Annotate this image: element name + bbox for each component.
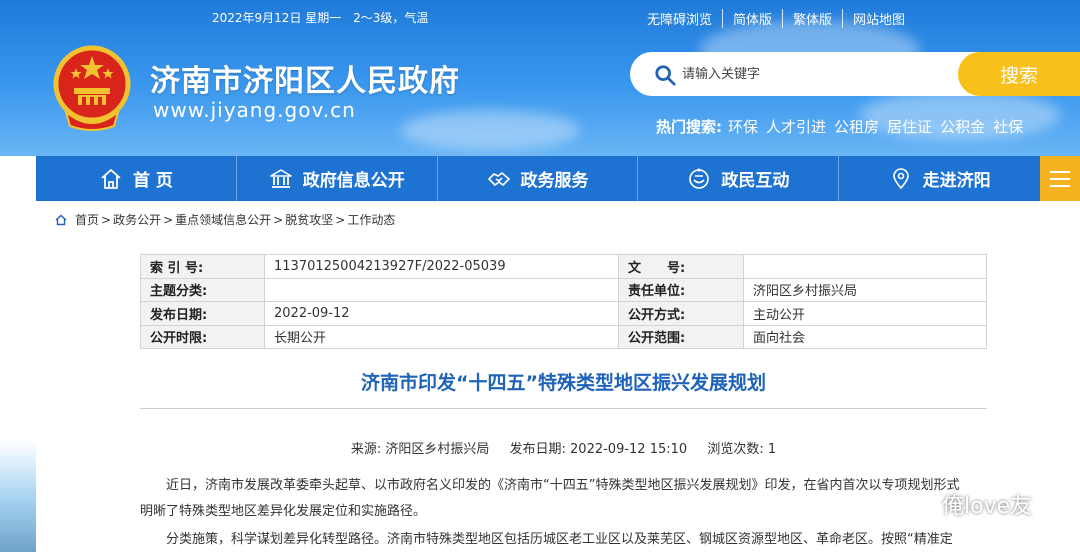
info-key: 公开时限: xyxy=(140,324,265,349)
info-key: 公开范围: xyxy=(618,324,744,349)
search-icon xyxy=(655,65,676,86)
info-key: 公开方式: xyxy=(618,301,744,326)
nav-item-label: 政府信息公开 xyxy=(302,171,405,191)
wechat-watermark: 俺love友 xyxy=(896,488,1032,520)
cloud-decoration xyxy=(400,110,580,150)
site-url: www.jiyang.gov.cn xyxy=(153,98,356,122)
paragraph-line: 近日，济南市发展改革委牵头起草、以市政府名义印发的《济南市“十四五”特殊类型地区… xyxy=(166,478,960,493)
nav-item-label: 首 页 xyxy=(132,171,173,191)
simplified-chinese-link[interactable]: 简体版 xyxy=(723,9,783,28)
hot-search-label: 热门搜索: xyxy=(656,118,722,136)
info-value xyxy=(264,277,619,302)
hot-search-item[interactable]: 公积金 xyxy=(940,116,985,137)
interaction-icon xyxy=(689,168,710,189)
info-value: 面向社会 xyxy=(743,324,987,349)
article-meta: 来源: 济阳区乡村振兴局 发布日期: 2022-09-12 15:10 浏览次数… xyxy=(140,438,987,457)
wechat-icon xyxy=(897,490,933,518)
info-value: 主动公开 xyxy=(743,301,987,326)
info-key: 责任单位: xyxy=(618,277,744,302)
article-title: 济南市印发“十四五”特殊类型地区振兴发展规划 xyxy=(361,372,766,394)
hot-searches: 热门搜索: 环保 人才引进 公租房 居住证 公积金 社保 xyxy=(656,116,1023,137)
breadcrumb-key-areas[interactable]: 重点领域信息公开 xyxy=(175,211,271,228)
divider xyxy=(140,408,987,409)
sitemap-link[interactable]: 网站地图 xyxy=(843,9,915,28)
search-button[interactable]: 搜索 xyxy=(958,52,1080,96)
government-building-icon xyxy=(269,168,292,188)
breadcrumb-home[interactable]: 首页 xyxy=(75,211,99,228)
breadcrumb-work-news[interactable]: 工作动态 xyxy=(347,211,395,228)
site-header: 2022年9月12日 星期一 2～3级，气温 无障碍浏览 简体版 繁体版 网站地… xyxy=(0,0,1080,156)
info-value: 2022-09-12 xyxy=(264,301,619,326)
nav-item-label: 政务服务 xyxy=(520,171,589,191)
hot-search-item[interactable]: 社保 xyxy=(993,116,1023,137)
nav-item-label: 走进济阳 xyxy=(922,171,991,191)
hot-search-item[interactable]: 人才引进 xyxy=(766,116,826,137)
info-value: 长期公开 xyxy=(264,324,619,349)
document-info-table: 索 引 号: 11370125004213927F/2022-05039 文 号… xyxy=(140,254,987,349)
nav-item-home[interactable]: 首 页 xyxy=(36,156,237,201)
accessibility-link[interactable]: 无障碍浏览 xyxy=(637,9,723,28)
info-value: 济阳区乡村振兴局 xyxy=(743,277,987,302)
breadcrumb-gov-affairs[interactable]: 政务公开 xyxy=(113,211,161,228)
info-key: 主题分类: xyxy=(140,277,265,302)
info-key: 文 号: xyxy=(618,254,744,279)
hot-search-item[interactable]: 公租房 xyxy=(834,116,879,137)
nav-item-about[interactable]: 走进济阳 xyxy=(839,156,1040,201)
nav-item-gov-info[interactable]: 政府信息公开 xyxy=(237,156,438,201)
search-input[interactable] xyxy=(682,60,952,88)
hot-search-item[interactable]: 环保 xyxy=(728,116,758,137)
breadcrumb: 首页 > 政务公开 > 重点领域信息公开 > 脱贫攻坚 > 工作动态 xyxy=(55,211,395,228)
date-weather: 2022年9月12日 星期一 2～3级，气温 xyxy=(212,9,436,26)
info-value xyxy=(743,254,987,279)
article-views: 浏览次数: 1 xyxy=(707,442,777,457)
left-decorative-band xyxy=(0,156,36,552)
nav-item-label: 政民互动 xyxy=(721,171,790,191)
info-key: 发布日期: xyxy=(140,301,265,326)
table-row: 主题分类: 责任单位: 济阳区乡村振兴局 xyxy=(140,277,987,302)
table-row: 公开时限: 长期公开 公开范围: 面向社会 xyxy=(140,324,987,349)
national-emblem-icon[interactable] xyxy=(52,42,132,132)
location-pin-icon xyxy=(892,167,909,189)
main-nav: 首 页 政府信息公开 政务服务 政民互动 走进济阳 xyxy=(36,156,1080,201)
paragraph-line: 分类施策，科学谋划差异化转型路径。济南市特殊类型地区包括历城区老工业区以及莱芜区… xyxy=(166,532,953,547)
info-key: 索 引 号: xyxy=(140,254,265,279)
home-icon xyxy=(101,168,121,189)
article-paragraph: 分类施策，科学谋划差异化转型路径。济南市特殊类型地区包括历城区老工业区以及莱芜区… xyxy=(140,528,980,552)
weather-text: 2～3级，气温 xyxy=(353,11,429,25)
hot-search-item[interactable]: 居住证 xyxy=(887,116,932,137)
table-row: 索 引 号: 11370125004213927F/2022-05039 文 号… xyxy=(140,254,987,279)
nav-item-services[interactable]: 政务服务 xyxy=(438,156,639,201)
paragraph-line: 明晰了特殊类型地区差异化发展定位和实施路径。 xyxy=(140,504,427,519)
site-title[interactable]: 济南市济阳区人民政府 xyxy=(150,56,460,100)
table-row: 发布日期: 2022-09-12 公开方式: 主动公开 xyxy=(140,301,987,326)
current-date: 2022年9月12日 星期一 xyxy=(212,11,342,25)
article-paragraph: 近日，济南市发展改革委牵头起草、以市政府名义印发的《济南市“十四五”特殊类型地区… xyxy=(140,474,980,498)
article-date: 发布日期: 2022-09-12 15:10 xyxy=(509,442,688,457)
home-icon xyxy=(55,214,67,225)
info-value: 11370125004213927F/2022-05039 xyxy=(264,254,619,279)
breadcrumb-poverty[interactable]: 脱贫攻坚 xyxy=(285,211,333,228)
watermark-text: 俺love友 xyxy=(942,494,1033,519)
handshake-icon xyxy=(487,171,510,186)
traditional-chinese-link[interactable]: 繁体版 xyxy=(783,9,843,28)
nav-item-interaction[interactable]: 政民互动 xyxy=(638,156,840,201)
article-source: 来源: 济阳区乡村振兴局 xyxy=(350,442,490,457)
top-links: 无障碍浏览 简体版 繁体版 网站地图 xyxy=(637,9,915,28)
article-paragraph: 明晰了特殊类型地区差异化发展定位和实施路径。 xyxy=(140,500,980,524)
menu-icon[interactable] xyxy=(1040,156,1080,201)
